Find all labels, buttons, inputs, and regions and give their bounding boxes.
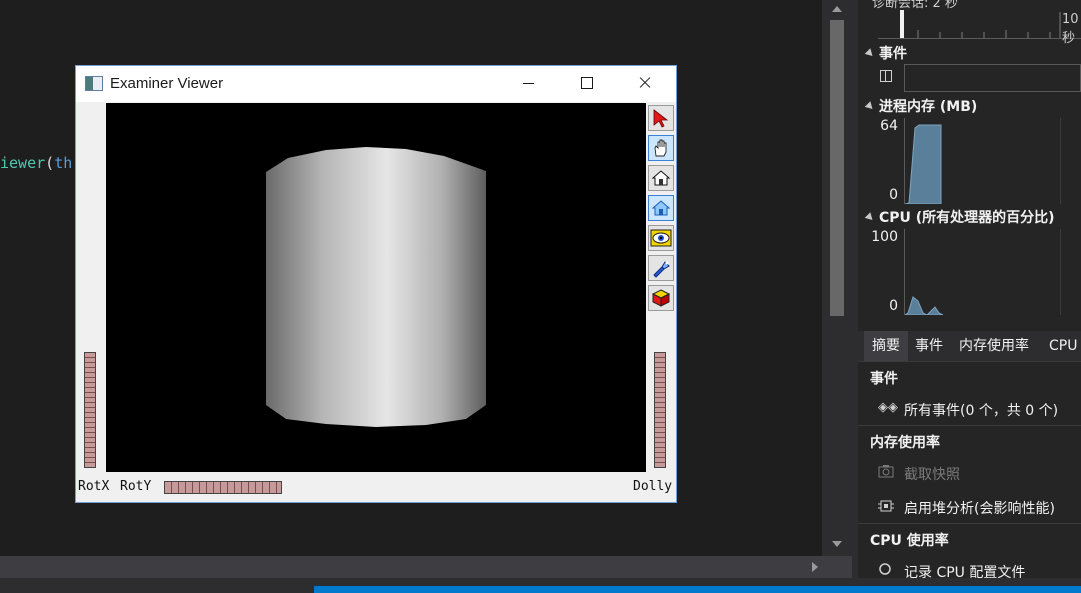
- memory-graph[interactable]: [904, 118, 1081, 204]
- close-button[interactable]: [622, 66, 668, 100]
- view-all-eye-icon[interactable]: [648, 225, 674, 251]
- hand-view-icon[interactable]: [648, 135, 674, 161]
- memory-graph-area: [905, 124, 942, 204]
- scroll-down-arrow-icon[interactable]: [832, 541, 842, 547]
- minimize-button[interactable]: [506, 66, 552, 100]
- set-home-icon[interactable]: [648, 195, 674, 221]
- cpu-section-header[interactable]: CPU (所有处理器的百分比): [864, 207, 1055, 227]
- events-lane: [904, 64, 1081, 92]
- cpu-ymax-label: 100: [871, 229, 898, 245]
- status-bar: [0, 578, 1081, 593]
- summary-cpu-heading: CPU 使用率: [870, 533, 949, 549]
- scroll-up-arrow-icon[interactable]: [832, 6, 842, 12]
- events-diamond-icon: ◈◈: [878, 400, 898, 415]
- scroll-right-arrow-icon[interactable]: [812, 562, 818, 572]
- enable-heap-profiling-button[interactable]: 启用堆分析(会影响性能): [904, 498, 1055, 518]
- collapse-triangle-icon[interactable]: [864, 48, 876, 59]
- code-paren: (: [45, 154, 55, 172]
- window-title-bar[interactable]: Examiner Viewer: [76, 66, 676, 102]
- code-line-fragment: iewer(th: [0, 154, 72, 172]
- select-arrow-icon[interactable]: [648, 105, 674, 131]
- tab-events[interactable]: 事件: [915, 331, 943, 361]
- roty-label: RotY: [120, 479, 152, 494]
- collapse-triangle-icon[interactable]: [864, 101, 876, 112]
- dolly-wheel[interactable]: [654, 352, 666, 468]
- tab-summary[interactable]: 摘要: [864, 331, 908, 361]
- scroll-thumb[interactable]: [830, 20, 844, 316]
- projection-cube-icon[interactable]: [648, 285, 674, 311]
- record-cpu-profile-button[interactable]: 记录 CPU 配置文件: [904, 562, 1025, 578]
- chip-icon: [878, 498, 894, 518]
- code-identifier: iewer: [0, 154, 46, 172]
- summary-memory-heading: 内存使用率: [870, 435, 940, 451]
- cpu-ymin-label: 0: [889, 298, 898, 314]
- timeline-position-marker[interactable]: [900, 10, 904, 38]
- cylinder-render: [266, 147, 486, 427]
- take-snapshot-button[interactable]: 截取快照: [904, 464, 960, 484]
- tab-cpu[interactable]: CPU: [1049, 331, 1077, 361]
- app-icon: [85, 76, 103, 91]
- seek-flashlight-icon[interactable]: [648, 255, 674, 281]
- dolly-label: Dolly: [633, 479, 673, 494]
- rotx-label: RotX: [78, 479, 110, 494]
- memory-ymax-label: 64: [880, 118, 898, 134]
- summary-events-heading: 事件: [870, 371, 898, 387]
- roty-wheel[interactable]: [164, 481, 282, 494]
- all-events-link[interactable]: 所有事件(0 个，共 0 个): [904, 400, 1058, 420]
- editor-horizontal-scrollbar[interactable]: [0, 556, 852, 578]
- examiner-viewer-window: Examiner Viewer RotX RotY Dolly: [75, 65, 677, 503]
- window-title: Examiner Viewer: [110, 75, 224, 92]
- status-bar-accent: [314, 586, 1081, 593]
- events-lane-icon: [880, 70, 892, 82]
- events-section-header[interactable]: 事件: [864, 43, 907, 63]
- timeline-tick-label: 10秒: [1062, 12, 1079, 46]
- home-icon[interactable]: [648, 165, 674, 191]
- maximize-button[interactable]: [564, 66, 610, 100]
- timeline-ticks: [878, 12, 1081, 39]
- rotx-wheel[interactable]: [84, 352, 96, 468]
- memory-ymin-label: 0: [889, 187, 898, 203]
- timeline-ruler[interactable]: 诊断会话: 2 秒 10秒: [858, 0, 1081, 46]
- cpu-graph[interactable]: [904, 229, 1081, 315]
- collapse-triangle-icon[interactable]: [864, 212, 876, 223]
- diagnostic-tabs: 摘要 事件 内存使用率 CPU: [858, 331, 1081, 361]
- record-circle-icon: [878, 562, 892, 578]
- timeline-caption: 诊断会话: 2 秒: [872, 0, 958, 11]
- diagnostic-tools-panel: 诊断会话: 2 秒 10秒 事件 进程内存 (MB) 64 0 CPU (所有处…: [858, 0, 1081, 578]
- 3d-viewport[interactable]: [106, 103, 646, 472]
- camera-icon: [878, 464, 894, 482]
- code-keyword: th: [54, 154, 73, 172]
- cpu-graph-area: [905, 296, 944, 315]
- editor-vertical-scrollbar[interactable]: [822, 0, 852, 556]
- tab-memory-usage[interactable]: 内存使用率: [959, 331, 1029, 361]
- memory-section-header[interactable]: 进程内存 (MB): [864, 96, 977, 116]
